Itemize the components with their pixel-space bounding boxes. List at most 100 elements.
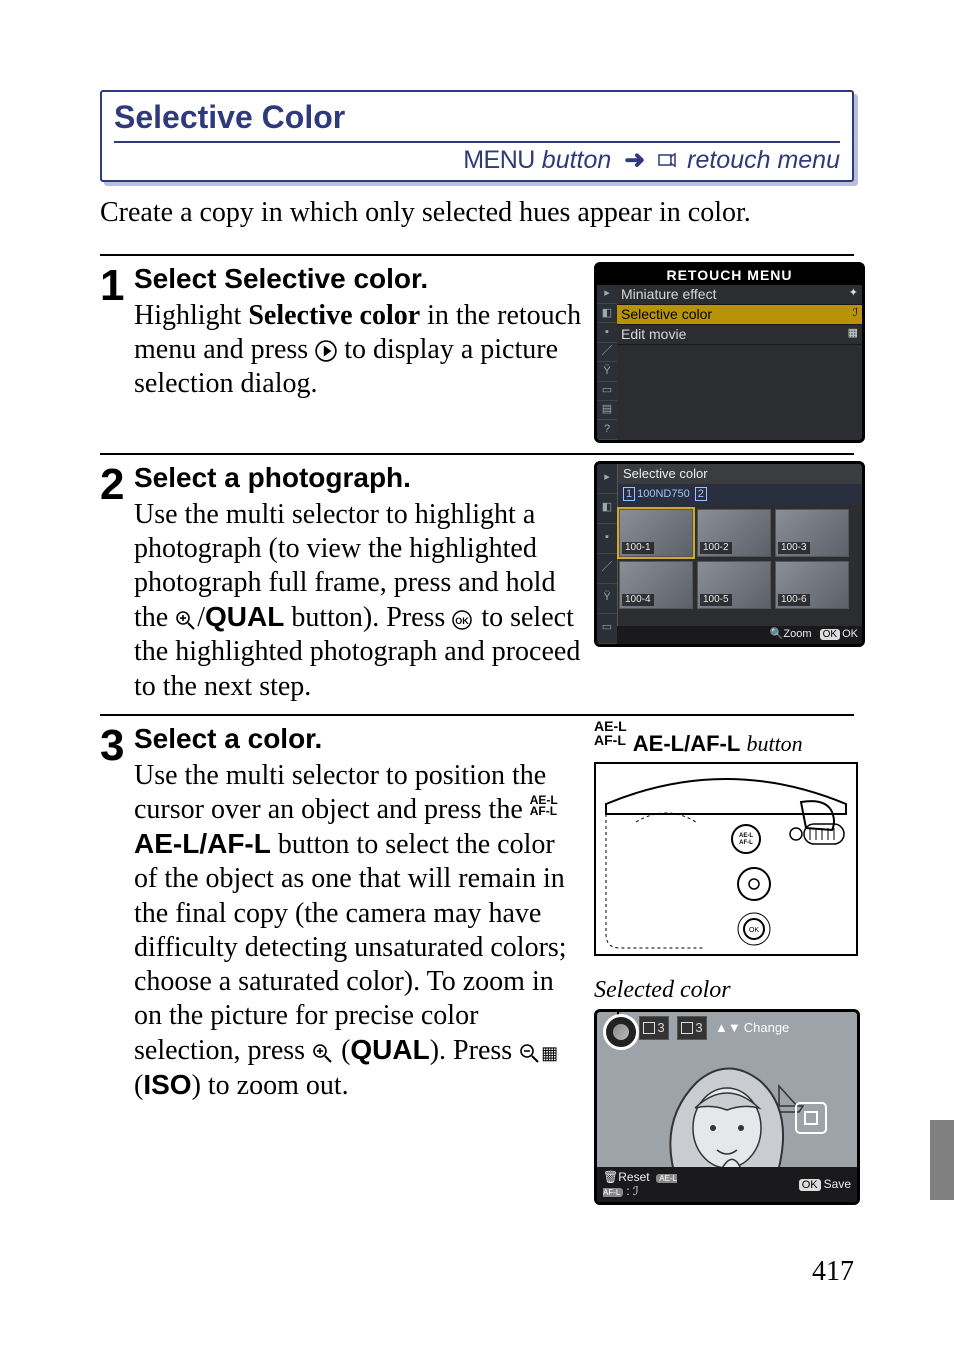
lcd1-item-edit-movie-label: Edit movie	[621, 326, 686, 343]
step-2-body: Use the multi selector to highlight a ph…	[134, 498, 582, 704]
thumb-2-label: 100-2	[700, 542, 732, 554]
section-title: Selective Color	[114, 98, 840, 137]
step-3-body-1: Use the multi selector to position the c…	[134, 760, 546, 825]
lcd1-item-miniature-label: Miniature effect	[621, 286, 716, 303]
save-group: OKSave	[799, 1177, 851, 1192]
thumb-1-label: 100-1	[622, 542, 654, 554]
miniature-icon: ✦	[849, 287, 858, 300]
up-down-icon: ▲▼	[715, 1020, 741, 1036]
arrow-right-icon: ➜	[624, 145, 645, 176]
step-1-number: 1	[100, 262, 134, 443]
multi-selector-right-icon	[315, 337, 337, 359]
thumb-6-label: 100-6	[778, 594, 810, 606]
card-slot-2-icon: 2	[695, 487, 707, 501]
step-1-body-bold: Selective color	[248, 300, 420, 331]
magnify-icon: 🔍	[770, 628, 784, 640]
step-3-body-4: ) to zoom out.	[192, 1070, 349, 1101]
mymenu-icon: ▤	[597, 401, 617, 420]
chip-2-num: 3	[695, 1020, 702, 1036]
play-icon: ▸	[597, 285, 617, 304]
menu-btn-word: button	[542, 146, 612, 174]
step-1-body-pre: Highlight	[134, 300, 248, 331]
thumb-3: 100-3	[775, 509, 849, 557]
lcd2-thumb-grid: 100-1 100-2 100-3 100-4 100-5 100-6	[619, 509, 862, 609]
movie-icon: ▪	[597, 323, 617, 342]
step-1-title-bold: Selective color	[224, 263, 420, 294]
retouch-menu-label: retouch menu	[687, 146, 840, 174]
thumb-4: 100-4	[619, 561, 693, 609]
ael-button-label: AE-L/AF-L	[134, 828, 271, 859]
change-text: Change	[744, 1020, 790, 1036]
step-3: 3 Select a color. Use the multi selector…	[100, 714, 854, 1205]
lcd1-item-selective-label: Selective color	[621, 306, 712, 323]
chip-1-num: 3	[657, 1020, 664, 1036]
wrench-icon: Ÿ	[597, 362, 617, 381]
lcd2-ok-label: OK	[842, 628, 858, 640]
save-label: Save	[824, 1177, 851, 1191]
ael-prefix-icon: AE-LAF-L	[530, 795, 558, 817]
thumb-2: 100-2	[697, 509, 771, 557]
step-3-number: 3	[100, 722, 134, 1205]
play-icon: ▸	[597, 464, 617, 494]
retouch-tab-icon: ▭	[597, 614, 617, 644]
ael-button-caption: AE-LAF-L AE-L/AF-L button	[594, 722, 854, 758]
trash-icon: 🗑	[603, 1170, 618, 1184]
magnify-minus-icon	[519, 1038, 541, 1060]
ael-caption-word: button	[746, 731, 802, 756]
pencil-icon: ／	[597, 343, 617, 362]
thumb-3-label: 100-3	[778, 542, 810, 554]
film-icon: ▦	[848, 327, 858, 340]
page-number: 417	[100, 1255, 854, 1289]
selected-color-caption: Selected color	[594, 976, 854, 1005]
lcd-retouch-menu: RETOUCH MENU ▸ ◧ ▪ ／ Ÿ ▭ ▤ ? Miniature e…	[594, 262, 865, 443]
lcd-photo-picker: ▸ ◧ ▪ ／ Ÿ ▭ Selective color 1100ND750 2 …	[594, 461, 865, 647]
thumb-4-label: 100-4	[622, 594, 654, 606]
step-1-title: Select Selective color.	[134, 263, 428, 294]
thumb-5-label: 100-5	[700, 594, 732, 606]
svg-text:OK: OK	[749, 927, 759, 934]
lcd2-sidebar: ▸ ◧ ▪ ／ Ÿ ▭	[597, 464, 618, 644]
ael-caption-bold: AE-L/AF-L	[633, 731, 741, 756]
change-label: ▲▼Change	[715, 1020, 789, 1036]
thumb-1: 100-1	[619, 509, 693, 557]
brush-icon: ℐ	[853, 307, 858, 320]
lcd1-item-edit-movie: Edit movie ▦	[617, 325, 862, 345]
thumb-6: 100-6	[775, 561, 849, 609]
card-slot-1-icon: 1	[623, 487, 635, 501]
lcd2-folder-label: 100ND750	[637, 488, 690, 500]
reset-label: Reset	[618, 1170, 649, 1184]
step-3-body-2: button to select the color of the object…	[134, 829, 567, 1066]
thumbnail-grid-icon: ▦	[541, 1043, 558, 1063]
lcd2-zoom-label: Zoom	[783, 628, 811, 640]
lcd1-sidebar: ▸ ◧ ▪ ／ Ÿ ▭ ▤ ?	[597, 285, 618, 440]
step-2-title: Select a photograph.	[134, 462, 411, 493]
lcd1-list: Miniature effect ✦ Selective color ℐ Edi…	[617, 285, 862, 440]
preview-topbar: 3 3 ▲▼Change	[639, 1016, 853, 1040]
camera-icon: ◧	[597, 494, 617, 524]
menu-path: MENU button ➜ retouch menu	[114, 141, 840, 176]
step-3-title: Select a color.	[134, 723, 322, 754]
ok-button-icon: OK	[452, 605, 474, 627]
lcd2-bottom-bar: 🔍Zoom OKOK	[617, 626, 862, 643]
qual-label-2: QUAL	[350, 1034, 429, 1065]
menu-btn-label: MENU	[463, 146, 535, 174]
lcd1-item-miniature: Miniature effect ✦	[617, 285, 862, 305]
thumb-5: 100-5	[697, 561, 771, 609]
camera-icon: ◧	[597, 304, 617, 323]
qual-label: QUAL	[205, 601, 284, 632]
lcd1-item-selective: Selective color ℐ	[617, 305, 862, 325]
svg-text:AE-L: AE-L	[739, 833, 753, 839]
step-3-body: Use the multi selector to position the c…	[134, 759, 582, 1104]
help-icon: ?	[597, 420, 617, 439]
step-2: 2 Select a photograph. Use the multi sel…	[100, 453, 854, 704]
intro-text: Create a copy in which only selected hue…	[100, 196, 854, 230]
step-3-body-3: ). Press	[430, 1035, 519, 1066]
swatch-chip-2: 3	[677, 1016, 707, 1040]
step-2-body-mid: button). Press	[284, 602, 452, 633]
iso-label: ISO	[143, 1069, 191, 1100]
retouch-tab-icon: ▭	[597, 382, 617, 401]
ok-pill: OK	[799, 1179, 821, 1191]
ael-prefix-icon: AE-LAF-L	[594, 719, 627, 747]
step-1-title-post: .	[420, 263, 428, 294]
reset-group: 🗑Reset AE-LAF-L: ℐ	[603, 1170, 677, 1199]
